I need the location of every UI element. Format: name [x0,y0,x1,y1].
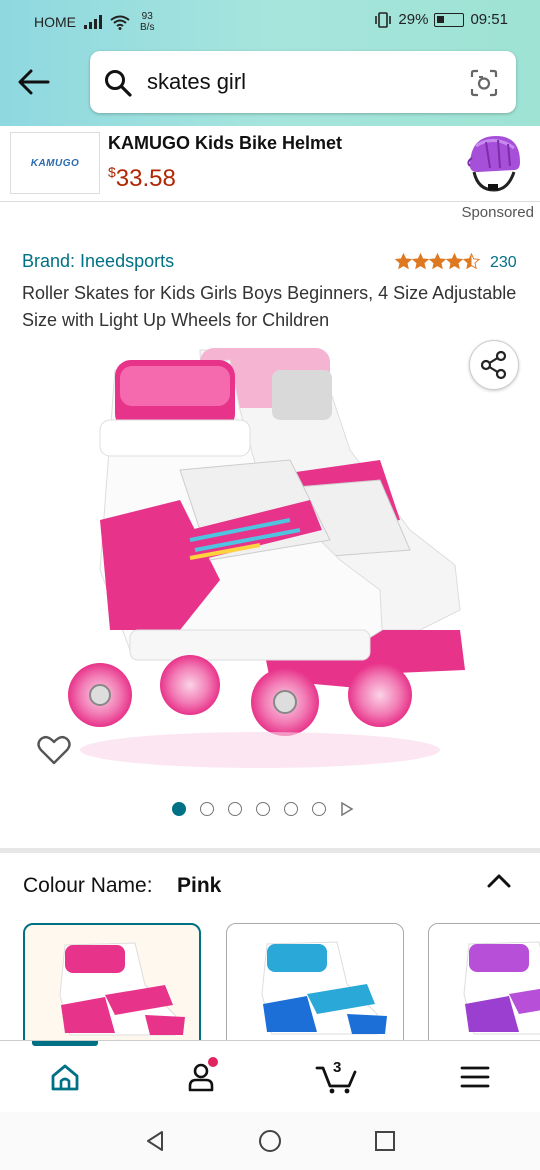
helmet-image [467,136,520,192]
carousel-dot[interactable] [200,802,214,816]
star-icon [429,253,446,270]
colour-value: Pink [177,874,222,897]
network-speed: 93 B/s [140,11,155,33]
cart-count: 3 [333,1059,342,1076]
ad-title[interactable]: KAMUGO Kids Bike Helmet [108,133,342,154]
blue-skate-thumbnail [261,941,387,1035]
nav-cart[interactable]: 3 [312,1055,362,1099]
heart-icon [37,735,71,765]
collapse-button[interactable] [484,866,514,896]
carousel-dot[interactable] [312,802,326,816]
back-arrow-icon [18,69,50,95]
vibrate-icon [375,11,392,28]
square-recents-icon [375,1131,395,1151]
image-carousel-dots[interactable] [172,802,354,816]
play-video-icon[interactable] [340,802,354,816]
status-bar: HOME 93 B/s 29% 09:51 [0,0,540,40]
pink-skate-thumbnail [59,942,185,1036]
wifi-icon [110,15,130,30]
colour-label: Colour Name: [23,874,153,897]
brand-link[interactable]: Brand: Ineedsports [22,251,174,272]
carousel-dot[interactable] [172,802,186,816]
system-nav-bar [0,1112,540,1170]
ad-brand-logo: KAMUGO [10,132,100,194]
signal-icon [84,15,102,29]
section-divider [0,848,540,853]
triangle-back-icon [147,1131,163,1151]
search-input[interactable]: skates girl [147,69,246,95]
search-icon [105,70,132,97]
search-bar[interactable]: skates girl [90,51,516,113]
share-icon [480,350,507,380]
carousel-dot[interactable] [284,802,298,816]
system-home-button[interactable] [257,1128,283,1154]
product-title: Roller Skates for Kids Girls Boys Beginn… [22,283,517,330]
swatch-blue[interactable] [226,923,404,1043]
nav-menu[interactable] [450,1055,500,1099]
clock: 09:51 [470,11,508,28]
star-icon [446,253,463,270]
ad-price: $33.58 [108,164,176,192]
product-image[interactable] [60,330,480,790]
star-icon [395,253,412,270]
star-icon [463,253,480,270]
circle-home-icon [259,1130,281,1152]
carousel-dot[interactable] [228,802,242,816]
active-tab-indicator [32,1041,98,1046]
nav-home[interactable] [40,1055,90,1099]
colour-swatches [0,923,540,1043]
nav-account[interactable] [176,1055,226,1099]
camera-search-icon[interactable] [470,69,498,97]
notification-dot [208,1057,218,1067]
battery-percent: 29% [398,11,429,28]
app-header: HOME 93 B/s 29% 09:51 skates girl [0,0,540,126]
rating-count[interactable]: 230 [490,254,517,272]
menu-icon [460,1066,490,1088]
carousel-dot[interactable] [256,802,270,816]
bottom-nav: 3 [0,1040,540,1112]
battery-icon [434,12,465,27]
rating-stars[interactable] [395,253,480,270]
carrier-label: HOME [34,14,76,30]
home-icon [51,1064,79,1091]
back-button[interactable] [14,62,54,102]
share-button[interactable] [469,340,519,390]
swatch-pink[interactable] [23,923,201,1043]
sponsored-label: Sponsored [461,204,534,221]
system-recents-button[interactable] [372,1128,398,1154]
wishlist-button[interactable] [34,730,74,770]
swatch-purple[interactable] [428,923,540,1043]
star-icon [412,253,429,270]
purple-skate-thumbnail [463,941,540,1035]
sponsored-ad[interactable]: KAMUGO KAMUGO Kids Bike Helmet $33.58 [0,126,540,202]
chevron-up-icon [487,874,511,888]
system-back-button[interactable] [142,1128,168,1154]
